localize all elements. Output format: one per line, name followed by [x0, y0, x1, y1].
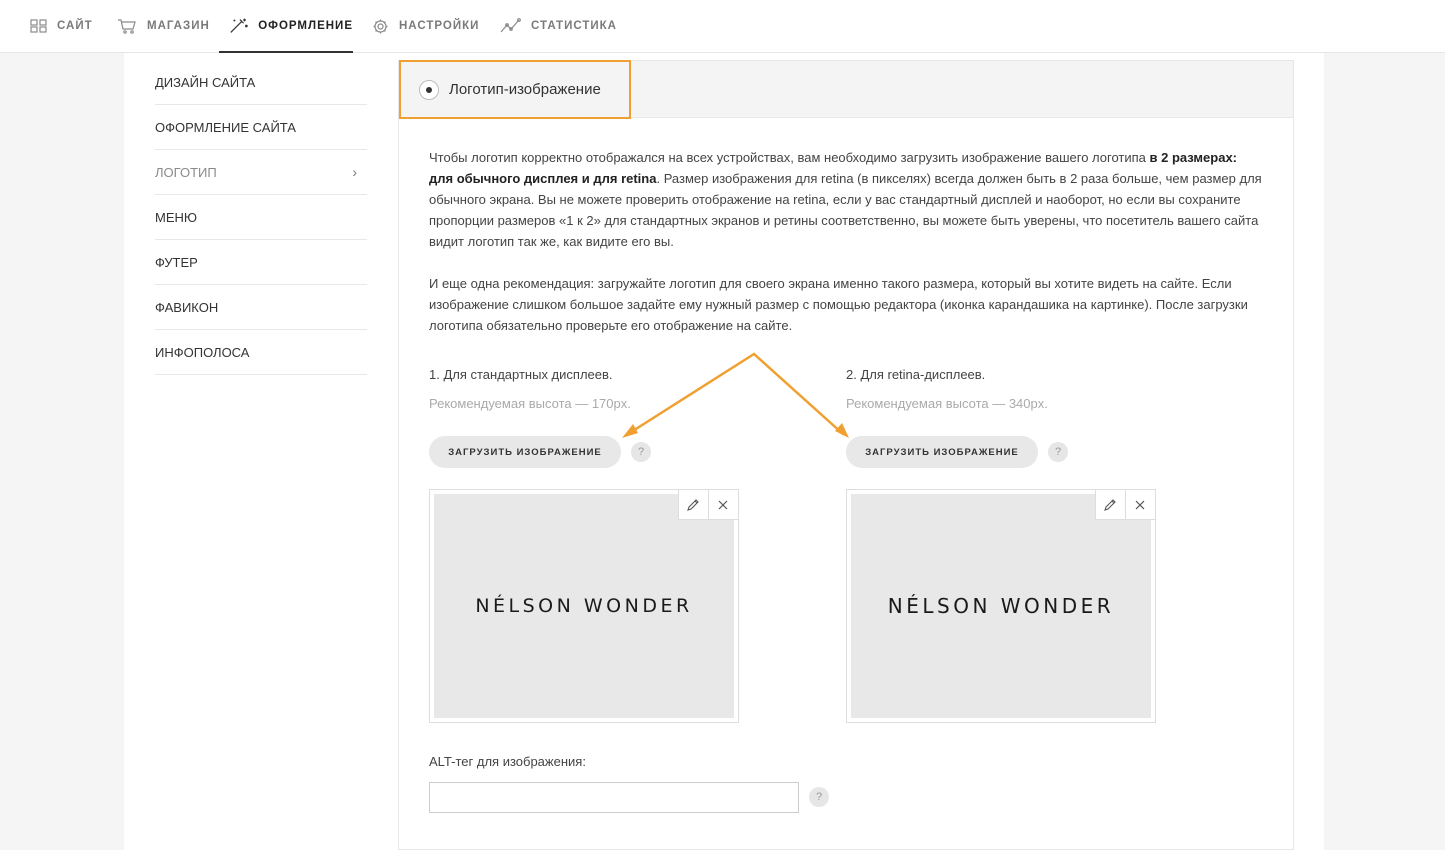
retina-display-hint: Рекомендуемая высота — 340px.	[846, 396, 1048, 411]
recommendation-paragraph: И еще одна рекомендация: загружайте лого…	[429, 276, 1248, 333]
retina-logo-preview: NÉLSON WONDER	[846, 489, 1156, 723]
help-icon[interactable]: ?	[809, 787, 829, 807]
nav-item-shop[interactable]: МАГАЗИН	[117, 0, 210, 52]
sidebar-item-menu[interactable]: МЕНЮ	[155, 195, 367, 240]
sidebar-item-footer[interactable]: ФУТЕР	[155, 240, 367, 285]
sidebar-item-label: ДИЗАЙН САЙТА	[155, 74, 256, 90]
radio-button[interactable]	[419, 79, 439, 100]
logo-image: NÉLSON WONDER	[434, 494, 734, 718]
help-icon[interactable]: ?	[631, 442, 651, 462]
upload-standard-button[interactable]: ЗАГРУЗИТЬ ИЗОБРАЖЕНИЕ	[429, 436, 621, 468]
grid-icon	[30, 19, 47, 33]
option-label: Логотип-изображение	[449, 81, 601, 98]
help-icon[interactable]: ?	[1048, 442, 1068, 462]
nav-label: САЙТ	[57, 20, 93, 32]
top-navigation: САЙТ МАГАЗИН ОФОРМЛЕНИЕ НАСТРОЙКИ СТАТИС…	[0, 0, 1445, 53]
sidebar-item-label: ИНФОПОЛОСА	[155, 344, 250, 360]
logo-image: NÉLSON WONDER	[851, 494, 1151, 718]
preview-toolbar	[678, 490, 738, 520]
sidebar: ДИЗАЙН САЙТА ОФОРМЛЕНИЕ САЙТА ЛОГОТИП › М…	[155, 60, 367, 375]
close-icon[interactable]	[709, 490, 738, 519]
close-icon[interactable]	[1126, 490, 1155, 519]
nav-label: ОФОРМЛЕНИЕ	[258, 19, 353, 32]
edit-pencil-icon[interactable]	[679, 490, 709, 519]
magic-wand-icon	[230, 18, 248, 33]
logo-image-option[interactable]: Логотип-изображение	[399, 60, 631, 119]
sidebar-item-label: ФАВИКОН	[155, 299, 219, 315]
nav-item-settings[interactable]: НАСТРОЙКИ	[372, 0, 479, 52]
standard-display-hint: Рекомендуемая высота — 170px.	[429, 396, 631, 411]
standard-display-title: 1. Для стандартных дисплеев.	[429, 367, 613, 382]
intro-paragraph: Чтобы логотип корректно отображался на в…	[429, 147, 1264, 252]
cart-icon	[118, 19, 136, 34]
sidebar-item-infobar[interactable]: ИНФОПОЛОСА	[155, 330, 367, 375]
sidebar-item-site-design[interactable]: ДИЗАЙН САЙТА	[155, 60, 367, 105]
retina-display-title: 2. Для retina-дисплеев.	[846, 367, 986, 382]
nav-item-design[interactable]: ОФОРМЛЕНИЕ	[219, 0, 353, 53]
alt-tag-input[interactable]	[429, 782, 799, 813]
sidebar-item-label: МЕНЮ	[155, 209, 198, 225]
preview-toolbar	[1095, 490, 1155, 520]
sidebar-item-logo[interactable]: ЛОГОТИП ›	[155, 150, 367, 195]
sidebar-item-site-styling[interactable]: ОФОРМЛЕНИЕ САЙТА	[155, 105, 367, 150]
standard-logo-preview: NÉLSON WONDER	[429, 489, 739, 723]
nav-label: НАСТРОЙКИ	[399, 20, 480, 32]
chart-line-icon	[500, 18, 521, 33]
edit-pencil-icon[interactable]	[1096, 490, 1126, 519]
sidebar-item-label: ЛОГОТИП	[155, 164, 217, 180]
gear-icon	[373, 19, 388, 33]
nav-label: МАГАЗИН	[147, 20, 210, 32]
nav-label: СТАТИСТИКА	[531, 20, 617, 32]
chevron-right-icon: ›	[352, 164, 357, 180]
nav-item-site[interactable]: САЙТ	[30, 0, 93, 52]
upload-retina-button[interactable]: ЗАГРУЗИТЬ ИЗОБРАЖЕНИЕ	[846, 436, 1038, 468]
sidebar-item-label: ФУТЕР	[155, 254, 198, 270]
sidebar-item-favicon[interactable]: ФАВИКОН	[155, 285, 367, 330]
nav-item-statistics[interactable]: СТАТИСТИКА	[499, 0, 617, 52]
alt-tag-label: ALT-тег для изображения:	[429, 754, 586, 769]
intro-text: Чтобы логотип корректно отображался на в…	[429, 150, 1150, 165]
radio-selected-dot	[426, 86, 432, 93]
sidebar-item-label: ОФОРМЛЕНИЕ САЙТА	[155, 119, 296, 135]
